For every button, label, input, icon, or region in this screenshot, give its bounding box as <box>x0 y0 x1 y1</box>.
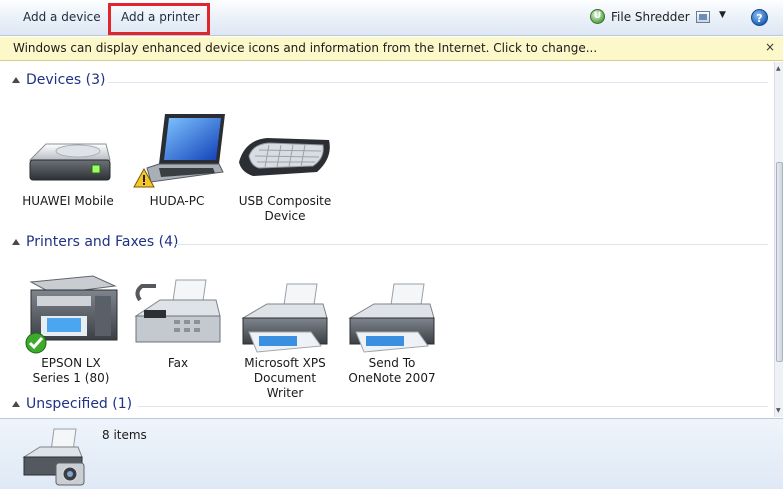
group-header-unspecified[interactable]: Unspecified (1) <box>0 396 774 416</box>
group-divider <box>108 82 768 83</box>
scroll-down-icon[interactable]: ▼ <box>776 407 781 414</box>
info-bar-message[interactable]: Windows can display enhanced device icon… <box>13 41 597 55</box>
device-item[interactable]: HUDA-PC <box>127 110 227 209</box>
laptop-icon <box>129 110 225 194</box>
device-list: Devices (3) HUAWEI Mobile HUDA-PC USB Co… <box>0 62 774 417</box>
collapse-arrow-icon[interactable] <box>12 77 20 83</box>
file-shredder-icon: U <box>590 9 605 24</box>
command-bar: Add a device Add a printer U File Shredd… <box>0 0 783 36</box>
drive-icon <box>20 110 116 194</box>
printer-label: EPSON LX Series 1 (80) <box>32 356 110 385</box>
printer-label: Send To OneNote 2007 <box>348 356 436 385</box>
device-item[interactable]: HUAWEI Mobile <box>18 110 118 209</box>
add-printer-button[interactable]: Add a printer <box>121 10 200 24</box>
printer-camera-icon <box>20 425 86 487</box>
file-shredder-label: File Shredder <box>611 10 690 24</box>
group-divider <box>138 406 768 407</box>
device-label: USB Composite Device <box>238 194 332 223</box>
collapse-arrow-icon[interactable] <box>12 401 20 407</box>
printer-item[interactable]: Microsoft XPS Document Writer <box>235 272 335 401</box>
group-title: Printers and Faxes (4) <box>26 234 179 250</box>
printer-icon <box>237 272 333 356</box>
help-icon[interactable]: ? <box>751 9 768 26</box>
multifunction-printer-icon <box>23 272 119 356</box>
keyboard-icon <box>237 110 333 194</box>
device-label: HUDA-PC <box>149 194 205 208</box>
printer-icon <box>344 272 440 356</box>
printer-item[interactable]: EPSON LX Series 1 (80) <box>21 272 121 386</box>
group-divider <box>176 244 768 245</box>
printer-label: Microsoft XPS Document Writer <box>244 356 326 400</box>
info-bar[interactable]: Windows can display enhanced device icon… <box>0 37 783 61</box>
details-pane: 8 items <box>0 418 783 489</box>
scrollbar-thumb[interactable] <box>776 162 783 362</box>
device-label: HUAWEI Mobile <box>22 194 114 208</box>
device-item[interactable]: USB Composite Device <box>235 110 335 224</box>
fax-icon <box>130 272 226 356</box>
group-header-printers[interactable]: Printers and Faxes (4) <box>0 234 774 254</box>
info-bar-close-icon[interactable]: × <box>765 40 775 54</box>
scroll-up-icon[interactable]: ▲ <box>776 65 781 72</box>
printer-item[interactable]: Send To OneNote 2007 <box>342 272 442 386</box>
default-check-icon <box>25 332 47 354</box>
change-view-icon[interactable] <box>696 11 710 23</box>
warning-icon <box>133 168 155 188</box>
group-header-devices[interactable]: Devices (3) <box>0 72 774 92</box>
collapse-arrow-icon[interactable] <box>12 239 20 245</box>
vertical-scrollbar[interactable]: ▲ ▼ <box>774 62 783 417</box>
item-count: 8 items <box>102 428 147 442</box>
printer-label: Fax <box>167 356 189 370</box>
view-dropdown-arrow-icon[interactable]: ▼ <box>719 10 726 20</box>
group-title: Unspecified (1) <box>26 396 133 412</box>
group-title: Devices (3) <box>26 72 106 88</box>
printer-item[interactable]: Fax <box>128 272 228 371</box>
add-device-button[interactable]: Add a device <box>23 10 101 24</box>
